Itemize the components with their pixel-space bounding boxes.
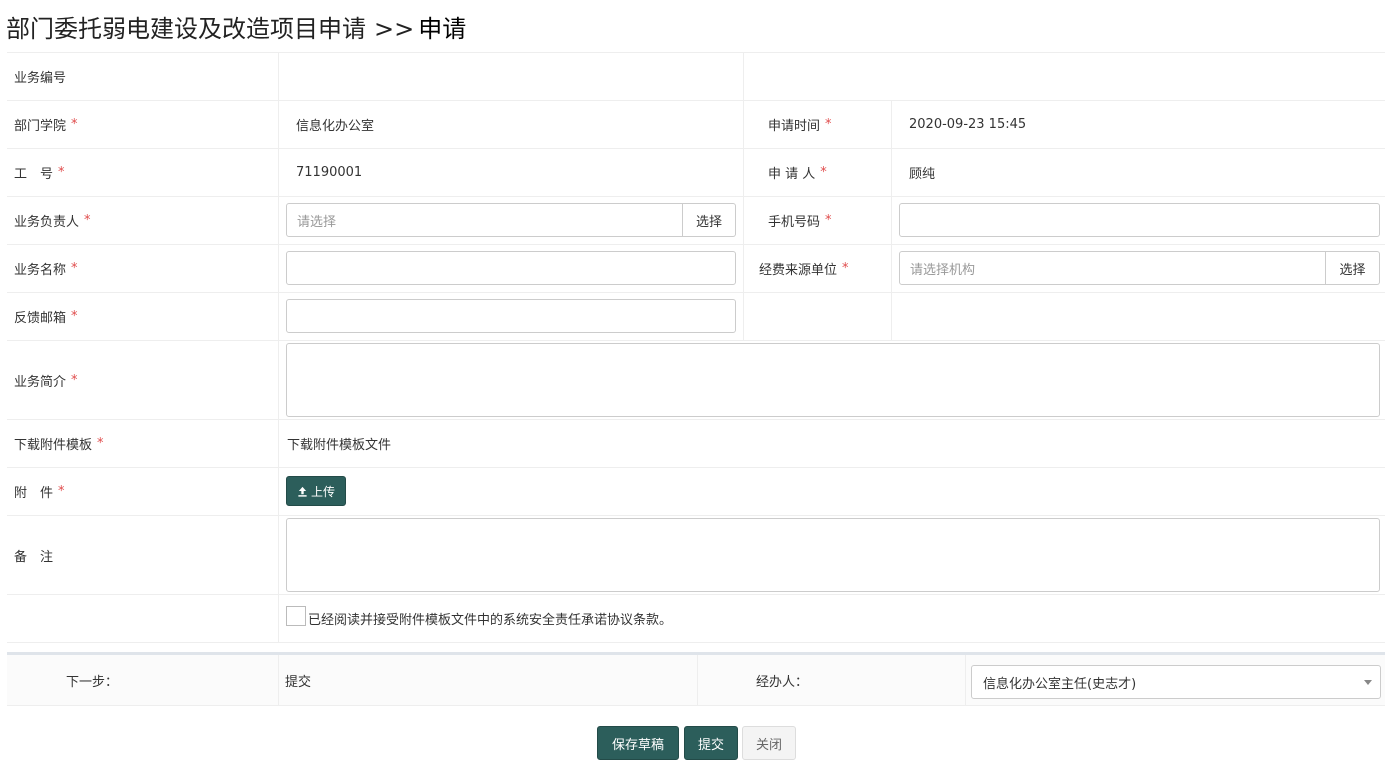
required-mark: * xyxy=(58,165,65,180)
empty-cell xyxy=(891,293,1385,340)
owner-input[interactable]: 请选择 xyxy=(286,203,683,237)
phone-label: 手机号码 * xyxy=(743,197,891,244)
save-draft-button[interactable]: 保存草稿 xyxy=(597,726,679,760)
upload-button[interactable]: 上传 xyxy=(286,476,346,506)
close-button[interactable]: 关闭 xyxy=(742,726,796,760)
business-no-value xyxy=(278,53,743,100)
form-row-summary: 业务简介 * xyxy=(7,341,1385,420)
form-row-department: 部门学院 * 信息化办公室 申请时间 * 2020-09-23 15:45 xyxy=(7,101,1385,149)
required-mark: * xyxy=(820,165,827,180)
required-mark: * xyxy=(825,213,832,228)
action-bar: 保存草稿 提交 关闭 xyxy=(0,726,1386,760)
required-mark: * xyxy=(842,261,849,276)
attachment-cell xyxy=(278,468,1385,515)
form-row-remark: 备 注 xyxy=(7,516,1385,595)
applicant-label: 申 请 人 * xyxy=(743,149,891,196)
form-row-business-no: 业务编号 xyxy=(7,53,1385,101)
agreement-checkbox[interactable] xyxy=(286,606,306,626)
funding-unit-label: 经费来源单位 * xyxy=(743,245,891,292)
apply-time-label: 申请时间 * xyxy=(743,101,891,148)
owner-select-button[interactable]: 选择 xyxy=(683,203,736,237)
page-title-suffix: 申请 xyxy=(418,15,467,43)
form-row-agreement: 已经阅读并接受附件模板文件中的系统安全责任承诺协议条款。 xyxy=(7,595,1385,643)
next-step-value: 提交 xyxy=(278,655,697,705)
empty-cell xyxy=(7,595,278,642)
required-mark: * xyxy=(71,372,78,388)
form-row-feedback-email: 反馈邮箱 * xyxy=(7,293,1385,341)
remark-label: 备 注 xyxy=(14,549,54,565)
empty-cell xyxy=(743,293,891,340)
template-download-link[interactable]: 下载附件模板文件 xyxy=(278,420,1385,467)
required-mark: * xyxy=(71,309,78,324)
business-name-label: 业务名称 * xyxy=(14,261,78,278)
form-row-attachment: 附 件 * 上传 xyxy=(7,468,1385,516)
funding-unit-select-button[interactable]: 选择 xyxy=(1326,251,1380,285)
attachment-label: 附 件 * xyxy=(14,484,65,501)
empty-cell xyxy=(743,53,1385,100)
funding-unit-input[interactable]: 请选择机构 xyxy=(899,251,1326,285)
owner-label: 业务负责人 * xyxy=(14,213,91,230)
form-row-business-name: 业务名称 * 经费来源单位 * 请选择机构 选择 xyxy=(7,245,1385,293)
applicant-value: 顾纯 xyxy=(891,149,1385,196)
feedback-email-label: 反馈邮箱 * xyxy=(14,309,78,326)
template-label: 下载附件模板 * xyxy=(14,436,104,453)
application-form: 业务编号 部门学院 * 信息化办公室 申请时间 * 2020-09-23 15:45… xyxy=(7,52,1385,643)
staff-no-label: 工 号 * xyxy=(14,165,65,182)
caret-down-icon xyxy=(1364,680,1372,685)
summary-textarea[interactable] xyxy=(286,343,1380,417)
page-title: 部门委托弱电建设及改造项目申请 >> 申请 xyxy=(6,9,466,44)
staff-no-value: 71190001 xyxy=(278,149,743,196)
department-label: 部门学院 * xyxy=(14,117,78,134)
required-mark: * xyxy=(84,213,91,228)
summary-label: 业务简介 * xyxy=(14,372,78,390)
required-mark: * xyxy=(58,484,65,499)
feedback-email-input[interactable] xyxy=(286,299,736,333)
handler-select-value: 信息化办公室主任(史志才) xyxy=(983,676,1137,692)
agreement-text: 已经阅读并接受附件模板文件中的系统安全责任承诺协议条款。 xyxy=(308,613,673,628)
next-step-label: 下一步： xyxy=(66,674,119,690)
phone-input[interactable] xyxy=(899,203,1380,237)
business-no-label: 业务编号 xyxy=(14,71,67,86)
department-value: 信息化办公室 xyxy=(278,101,743,148)
page-title-text: 部门委托弱电建设及改造项目申请 xyxy=(6,15,366,43)
form-row-owner: 业务负责人 * 请选择 选择 手机号码 * xyxy=(7,197,1385,245)
required-mark: * xyxy=(97,436,104,451)
workflow-bar: 下一步： 提交 经办人： 信息化办公室主任(史志才) xyxy=(7,652,1385,706)
form-row-template: 下载附件模板 * 下载附件模板文件 xyxy=(7,420,1385,468)
remark-textarea[interactable] xyxy=(286,518,1380,592)
required-mark: * xyxy=(71,117,78,132)
upload-button-label: 上传 xyxy=(310,484,335,499)
apply-time-value: 2020-09-23 15:45 xyxy=(891,101,1385,148)
handler-label: 经办人： xyxy=(697,655,965,705)
required-mark: * xyxy=(71,261,78,276)
business-name-input[interactable] xyxy=(286,251,736,285)
submit-button[interactable]: 提交 xyxy=(684,726,738,760)
upload-icon xyxy=(298,486,307,497)
form-row-staff: 工 号 * 71190001 申 请 人 * 顾纯 xyxy=(7,149,1385,197)
handler-select[interactable]: 信息化办公室主任(史志才) xyxy=(971,665,1381,699)
title-separator: >> xyxy=(374,15,415,43)
required-mark: * xyxy=(825,117,832,132)
